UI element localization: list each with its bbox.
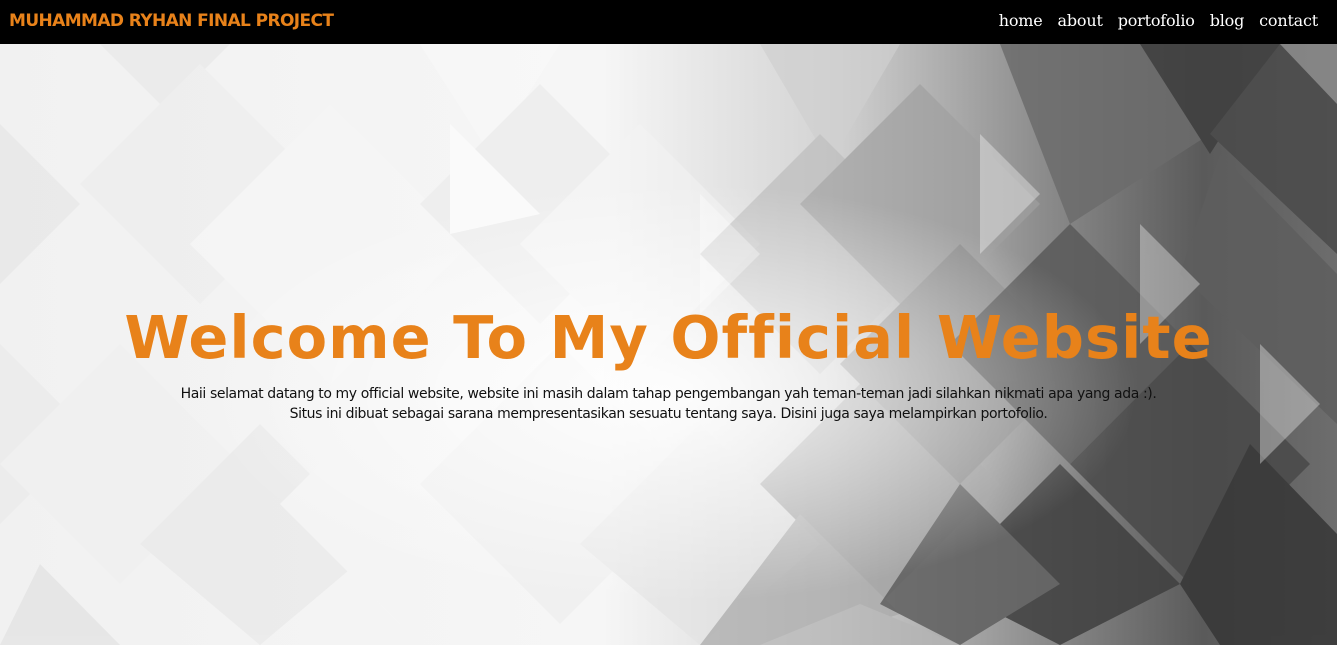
nav-link-about[interactable]: about xyxy=(1058,11,1103,30)
hero-title: Welcome To My Official Website xyxy=(124,303,1213,372)
hero-description-line-2: Situs ini dibuat sebagai sarana memprese… xyxy=(289,406,1048,422)
brand-logo-text[interactable]: MUHAMMAD RYHAN FINAL PROJECT xyxy=(9,11,334,31)
nav-link-portofolio[interactable]: portofolio xyxy=(1118,11,1195,30)
nav-link-blog[interactable]: blog xyxy=(1210,11,1245,30)
nav-item-portofolio: portofolio xyxy=(1118,11,1195,30)
nav-link-home[interactable]: home xyxy=(999,11,1043,30)
hero-section: Welcome To My Official Website Haii sela… xyxy=(0,300,1337,424)
nav-item-home: home xyxy=(999,11,1043,30)
nav-item-contact: contact xyxy=(1259,11,1318,30)
nav-item-blog: blog xyxy=(1210,11,1245,30)
nav-link-contact[interactable]: contact xyxy=(1259,11,1318,30)
nav-item-about: about xyxy=(1058,11,1103,30)
hero-description: Haii selamat datang to my official websi… xyxy=(0,384,1337,424)
hero-description-line-1: Haii selamat datang to my official websi… xyxy=(180,386,1157,402)
page: MUHAMMAD RYHAN FINAL PROJECT home about … xyxy=(0,0,1337,645)
nav-links: home about portofolio blog contact xyxy=(999,11,1318,30)
navbar: MUHAMMAD RYHAN FINAL PROJECT home about … xyxy=(0,0,1337,44)
